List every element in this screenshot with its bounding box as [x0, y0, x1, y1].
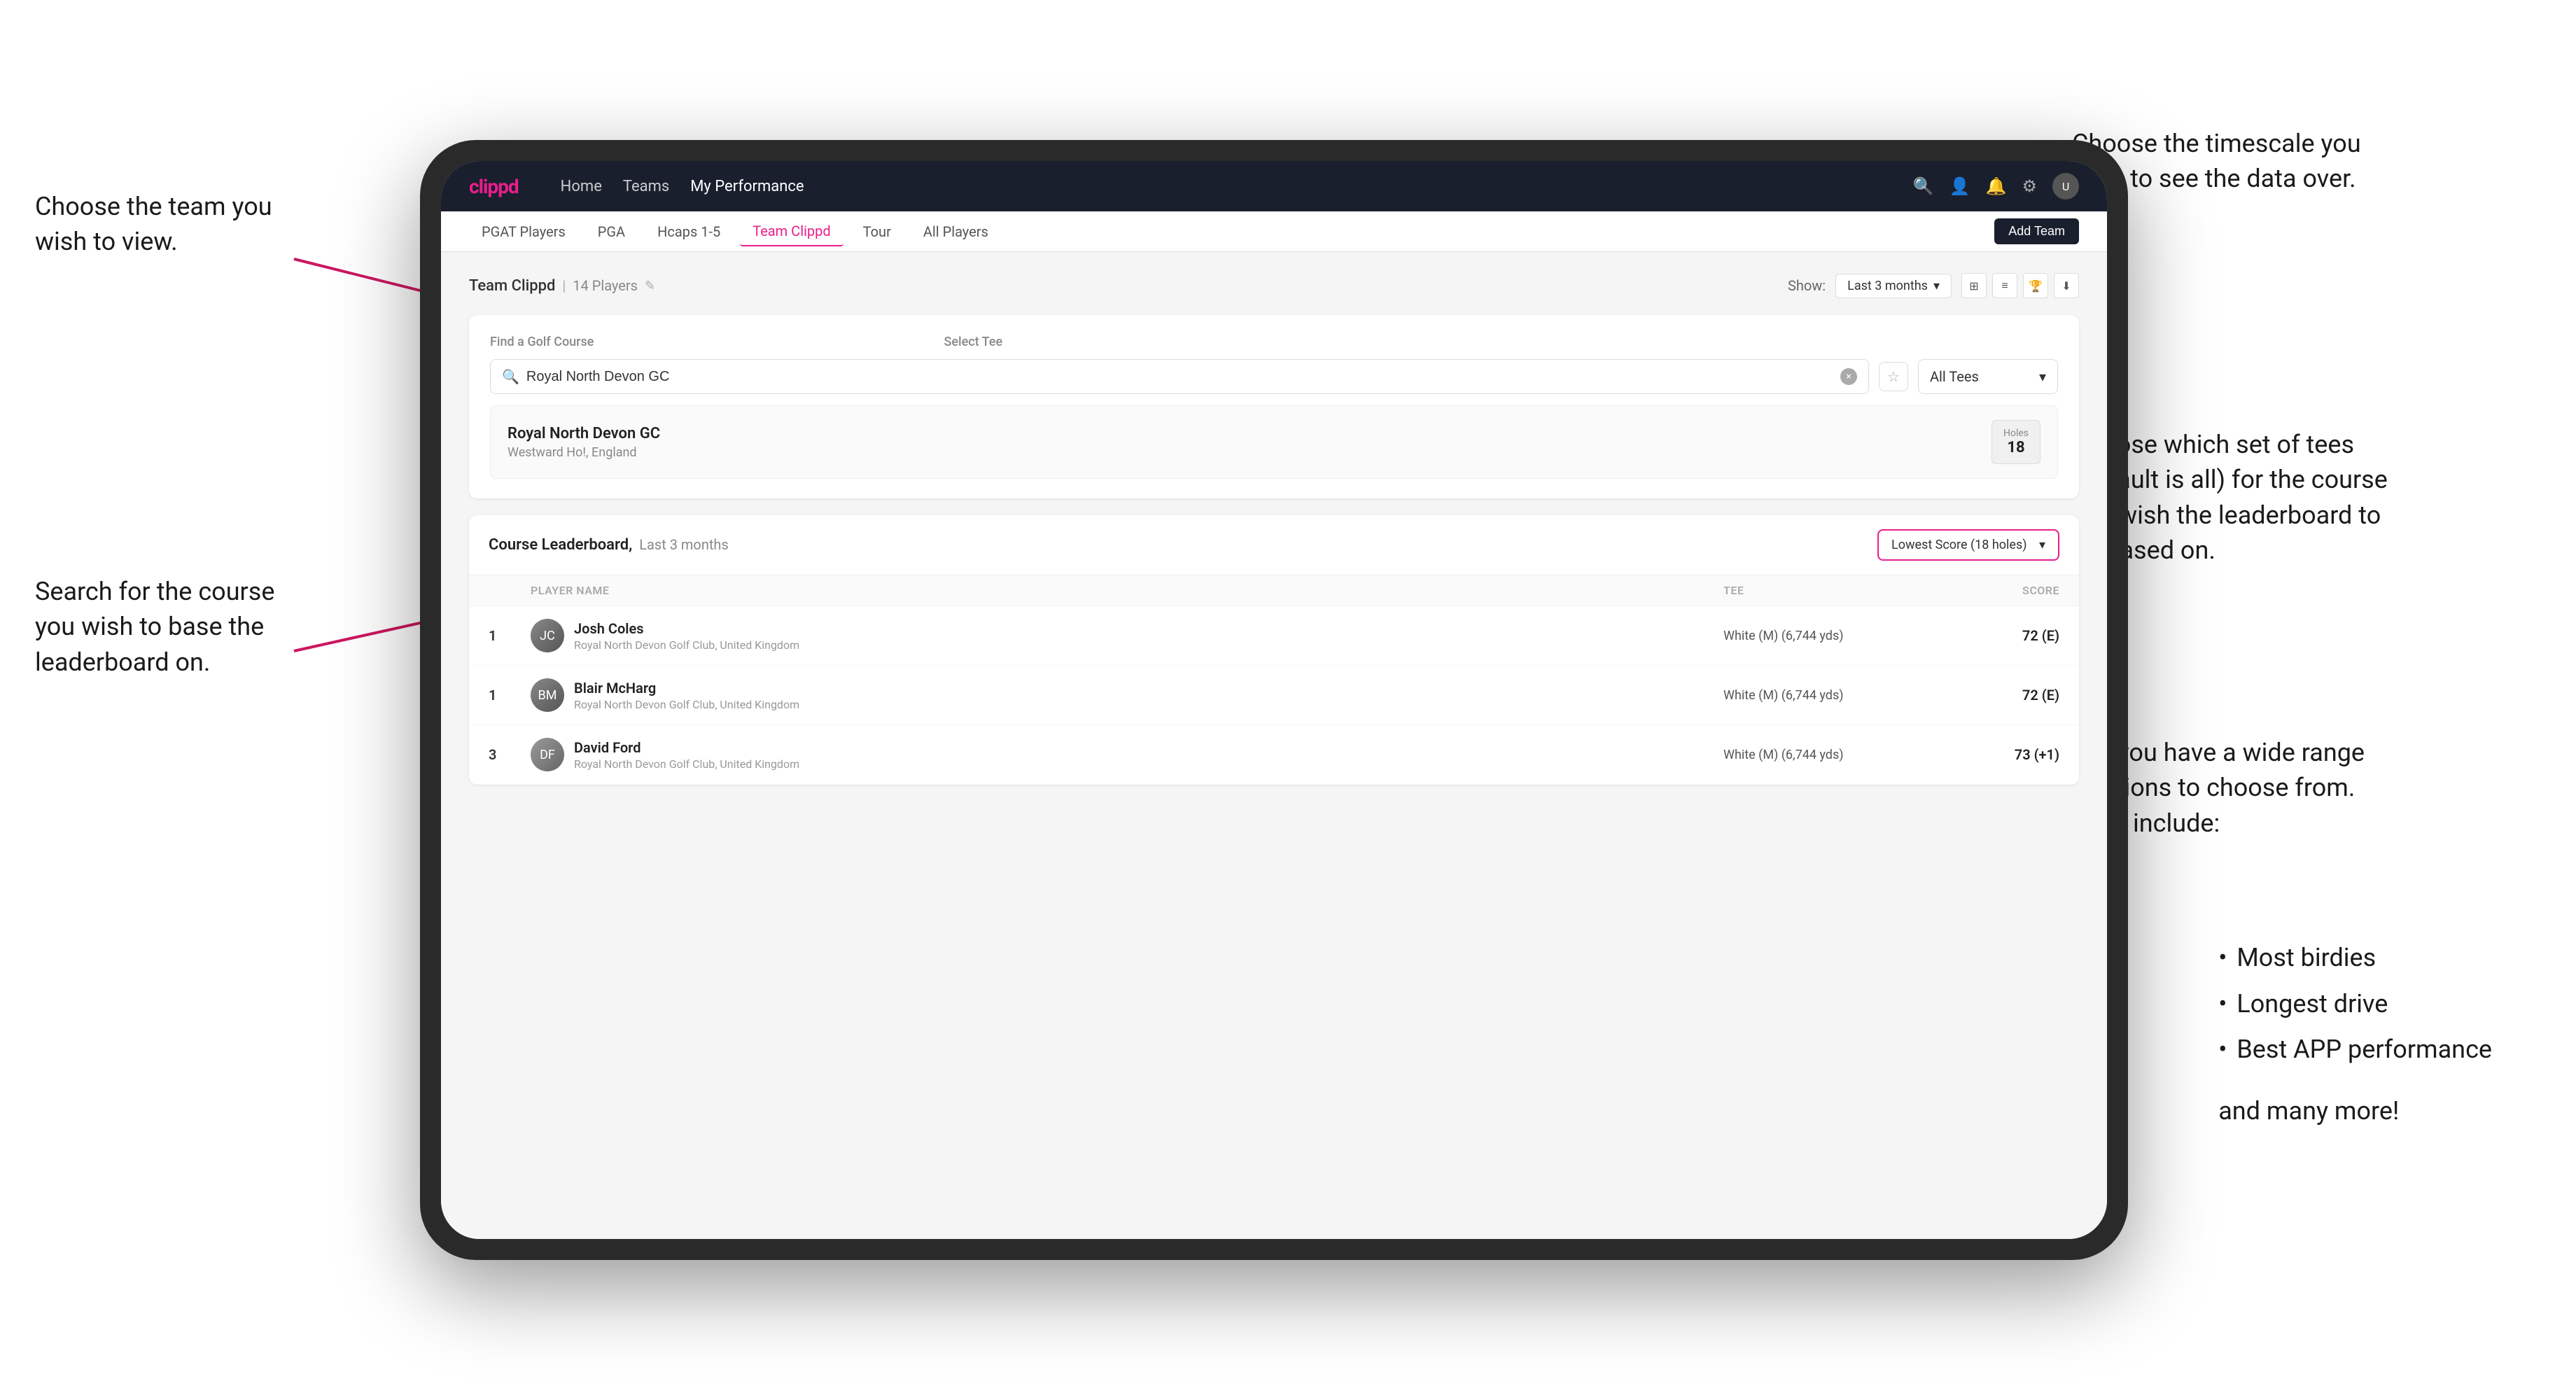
annotation-course-search: Search for the course you wish to base t…	[35, 574, 274, 680]
user-icon[interactable]: 👤	[1949, 176, 1970, 196]
grid-view-button[interactable]: ⊞	[1961, 273, 1987, 298]
sub-nav: PGAT Players PGA Hcaps 1-5 Team Clippd T…	[441, 211, 2107, 252]
sub-nav-pga[interactable]: PGA	[585, 218, 638, 246]
table-row: 3 DF David Ford Royal North Devon Golf C…	[469, 725, 2079, 785]
tablet-frame: clippd Home Teams My Performance 🔍 👤 🔔 ⚙…	[420, 140, 2128, 1260]
holes-number: 18	[2003, 439, 2029, 456]
player-name: David Ford	[574, 739, 799, 756]
main-content: Team Clippd | 14 Players ✎ Show: Last 3 …	[441, 252, 2107, 1239]
table-row: 1 BM Blair McHarg Royal North Devon Golf…	[469, 666, 2079, 725]
find-course-label: Find a Golf Course	[490, 335, 594, 349]
leaderboard-header: Course Leaderboard, Last 3 months Lowest…	[469, 515, 2079, 575]
col-player-header: PLAYER NAME	[531, 584, 1723, 597]
player-name: Josh Coles	[574, 620, 799, 637]
table-row: 1 JC Josh Coles Royal North Devon Golf C…	[469, 606, 2079, 666]
player-rank: 1	[489, 687, 531, 704]
list-view-button[interactable]: ≡	[1992, 273, 2017, 298]
chevron-down-icon: ▾	[2039, 538, 2045, 552]
player-tee: White (M) (6,744 yds)	[1723, 629, 1933, 643]
sub-nav-hcaps[interactable]: Hcaps 1-5	[645, 218, 733, 246]
view-icons: ⊞ ≡ 🏆 ⬇	[1961, 273, 2079, 298]
player-tee: White (M) (6,744 yds)	[1723, 688, 1933, 703]
nav-logo: clippd	[469, 175, 519, 198]
col-tee-header: TEE	[1723, 584, 1933, 597]
bullet-item: • Longest drive	[2218, 984, 2492, 1025]
leaderboard-section: Course Leaderboard, Last 3 months Lowest…	[469, 515, 2079, 785]
player-info: BM Blair McHarg Royal North Devon Golf C…	[531, 678, 1723, 712]
player-name: Blair McHarg	[574, 680, 799, 696]
time-period-select[interactable]: Last 3 months ▾	[1835, 274, 1952, 298]
player-rank: 3	[489, 746, 531, 763]
nav-teams[interactable]: Teams	[623, 178, 669, 195]
nav-performance[interactable]: My Performance	[690, 178, 804, 195]
nav-links: Home Teams My Performance	[561, 178, 1885, 195]
show-label: Show:	[1788, 277, 1826, 294]
player-club: Royal North Devon Golf Club, United King…	[574, 757, 799, 771]
edit-team-icon[interactable]: ✎	[645, 279, 655, 293]
show-controls: Show: Last 3 months ▾ ⊞ ≡ 🏆 ⬇	[1788, 273, 2079, 298]
bullet-item: • Best APP performance	[2218, 1030, 2492, 1070]
favorite-button[interactable]: ☆	[1879, 362, 1908, 391]
search-row: 🔍 × ☆ All Tees ▾	[490, 359, 2058, 394]
sub-nav-tour[interactable]: Tour	[850, 218, 904, 246]
table-header: PLAYER NAME TEE SCORE	[469, 575, 2079, 606]
search-input-wrapper: 🔍 ×	[490, 359, 1869, 394]
nav-icons: 🔍 👤 🔔 ⚙ U	[1913, 173, 2079, 200]
settings-icon[interactable]: ⚙	[2022, 176, 2037, 196]
col-score-header: SCORE	[1933, 584, 2059, 597]
search-labels: Find a Golf Course Select Tee	[490, 335, 2058, 349]
search-icon[interactable]: 🔍	[1913, 176, 1934, 196]
sub-nav-pgat[interactable]: PGAT Players	[469, 218, 578, 246]
avatar[interactable]: U	[2052, 173, 2079, 200]
avatar: JC	[531, 619, 564, 652]
score-type-select[interactable]: Lowest Score (18 holes) ▾	[1877, 529, 2059, 561]
select-tee-label: Select Tee	[944, 335, 1002, 349]
sub-nav-team-clippd[interactable]: Team Clippd	[740, 217, 843, 246]
bell-icon[interactable]: 🔔	[1986, 176, 2007, 196]
player-score: 72 (E)	[1933, 627, 2059, 644]
star-icon: ☆	[1887, 368, 1900, 385]
course-name: Royal North Devon GC	[507, 425, 660, 442]
clear-search-button[interactable]: ×	[1840, 368, 1857, 385]
course-result: Royal North Devon GC Westward Ho!, Engla…	[490, 405, 2058, 479]
player-rank: 1	[489, 627, 531, 644]
annotation-team-choice: Choose the team you wish to view.	[35, 189, 272, 260]
trophy-view-button[interactable]: 🏆	[2023, 273, 2048, 298]
player-tee: White (M) (6,744 yds)	[1723, 748, 1933, 762]
avatar: DF	[531, 738, 564, 771]
bullets-section: • Most birdies • Longest drive • Best AP…	[2218, 938, 2492, 1131]
holes-label: Holes	[2003, 428, 2029, 439]
sub-nav-all-players[interactable]: All Players	[911, 218, 1001, 246]
tablet-screen: clippd Home Teams My Performance 🔍 👤 🔔 ⚙…	[441, 161, 2107, 1239]
player-score: 73 (+1)	[1933, 746, 2059, 763]
nav-home[interactable]: Home	[561, 178, 602, 195]
nav-bar: clippd Home Teams My Performance 🔍 👤 🔔 ⚙…	[441, 161, 2107, 211]
avatar: BM	[531, 678, 564, 712]
player-info: JC Josh Coles Royal North Devon Golf Clu…	[531, 619, 1723, 652]
course-location: Westward Ho!, England	[507, 445, 660, 460]
player-info: DF David Ford Royal North Devon Golf Clu…	[531, 738, 1723, 771]
player-club: Royal North Devon Golf Club, United King…	[574, 638, 799, 652]
course-info: Royal North Devon GC Westward Ho!, Engla…	[507, 425, 660, 460]
search-icon: 🔍	[502, 368, 519, 385]
team-title: Team Clippd | 14 Players ✎	[469, 277, 655, 295]
player-club: Royal North Devon Golf Club, United King…	[574, 698, 799, 711]
tee-select[interactable]: All Tees ▾	[1918, 359, 2058, 394]
search-section: Find a Golf Course Select Tee 🔍 × ☆	[469, 315, 2079, 498]
and-more-text: and many more!	[2218, 1091, 2492, 1132]
course-search-input[interactable]	[526, 369, 1833, 385]
team-header: Team Clippd | 14 Players ✎ Show: Last 3 …	[469, 273, 2079, 298]
holes-badge: Holes 18	[1991, 420, 2040, 464]
add-team-button[interactable]: Add Team	[1994, 218, 2079, 244]
bullet-item: • Most birdies	[2218, 938, 2492, 979]
chevron-down-icon: ▾	[2039, 368, 2046, 385]
download-button[interactable]: ⬇	[2054, 273, 2079, 298]
leaderboard-period: Last 3 months	[639, 536, 729, 553]
player-score: 72 (E)	[1933, 687, 2059, 704]
leaderboard-title: Course Leaderboard, Last 3 months	[489, 536, 729, 554]
